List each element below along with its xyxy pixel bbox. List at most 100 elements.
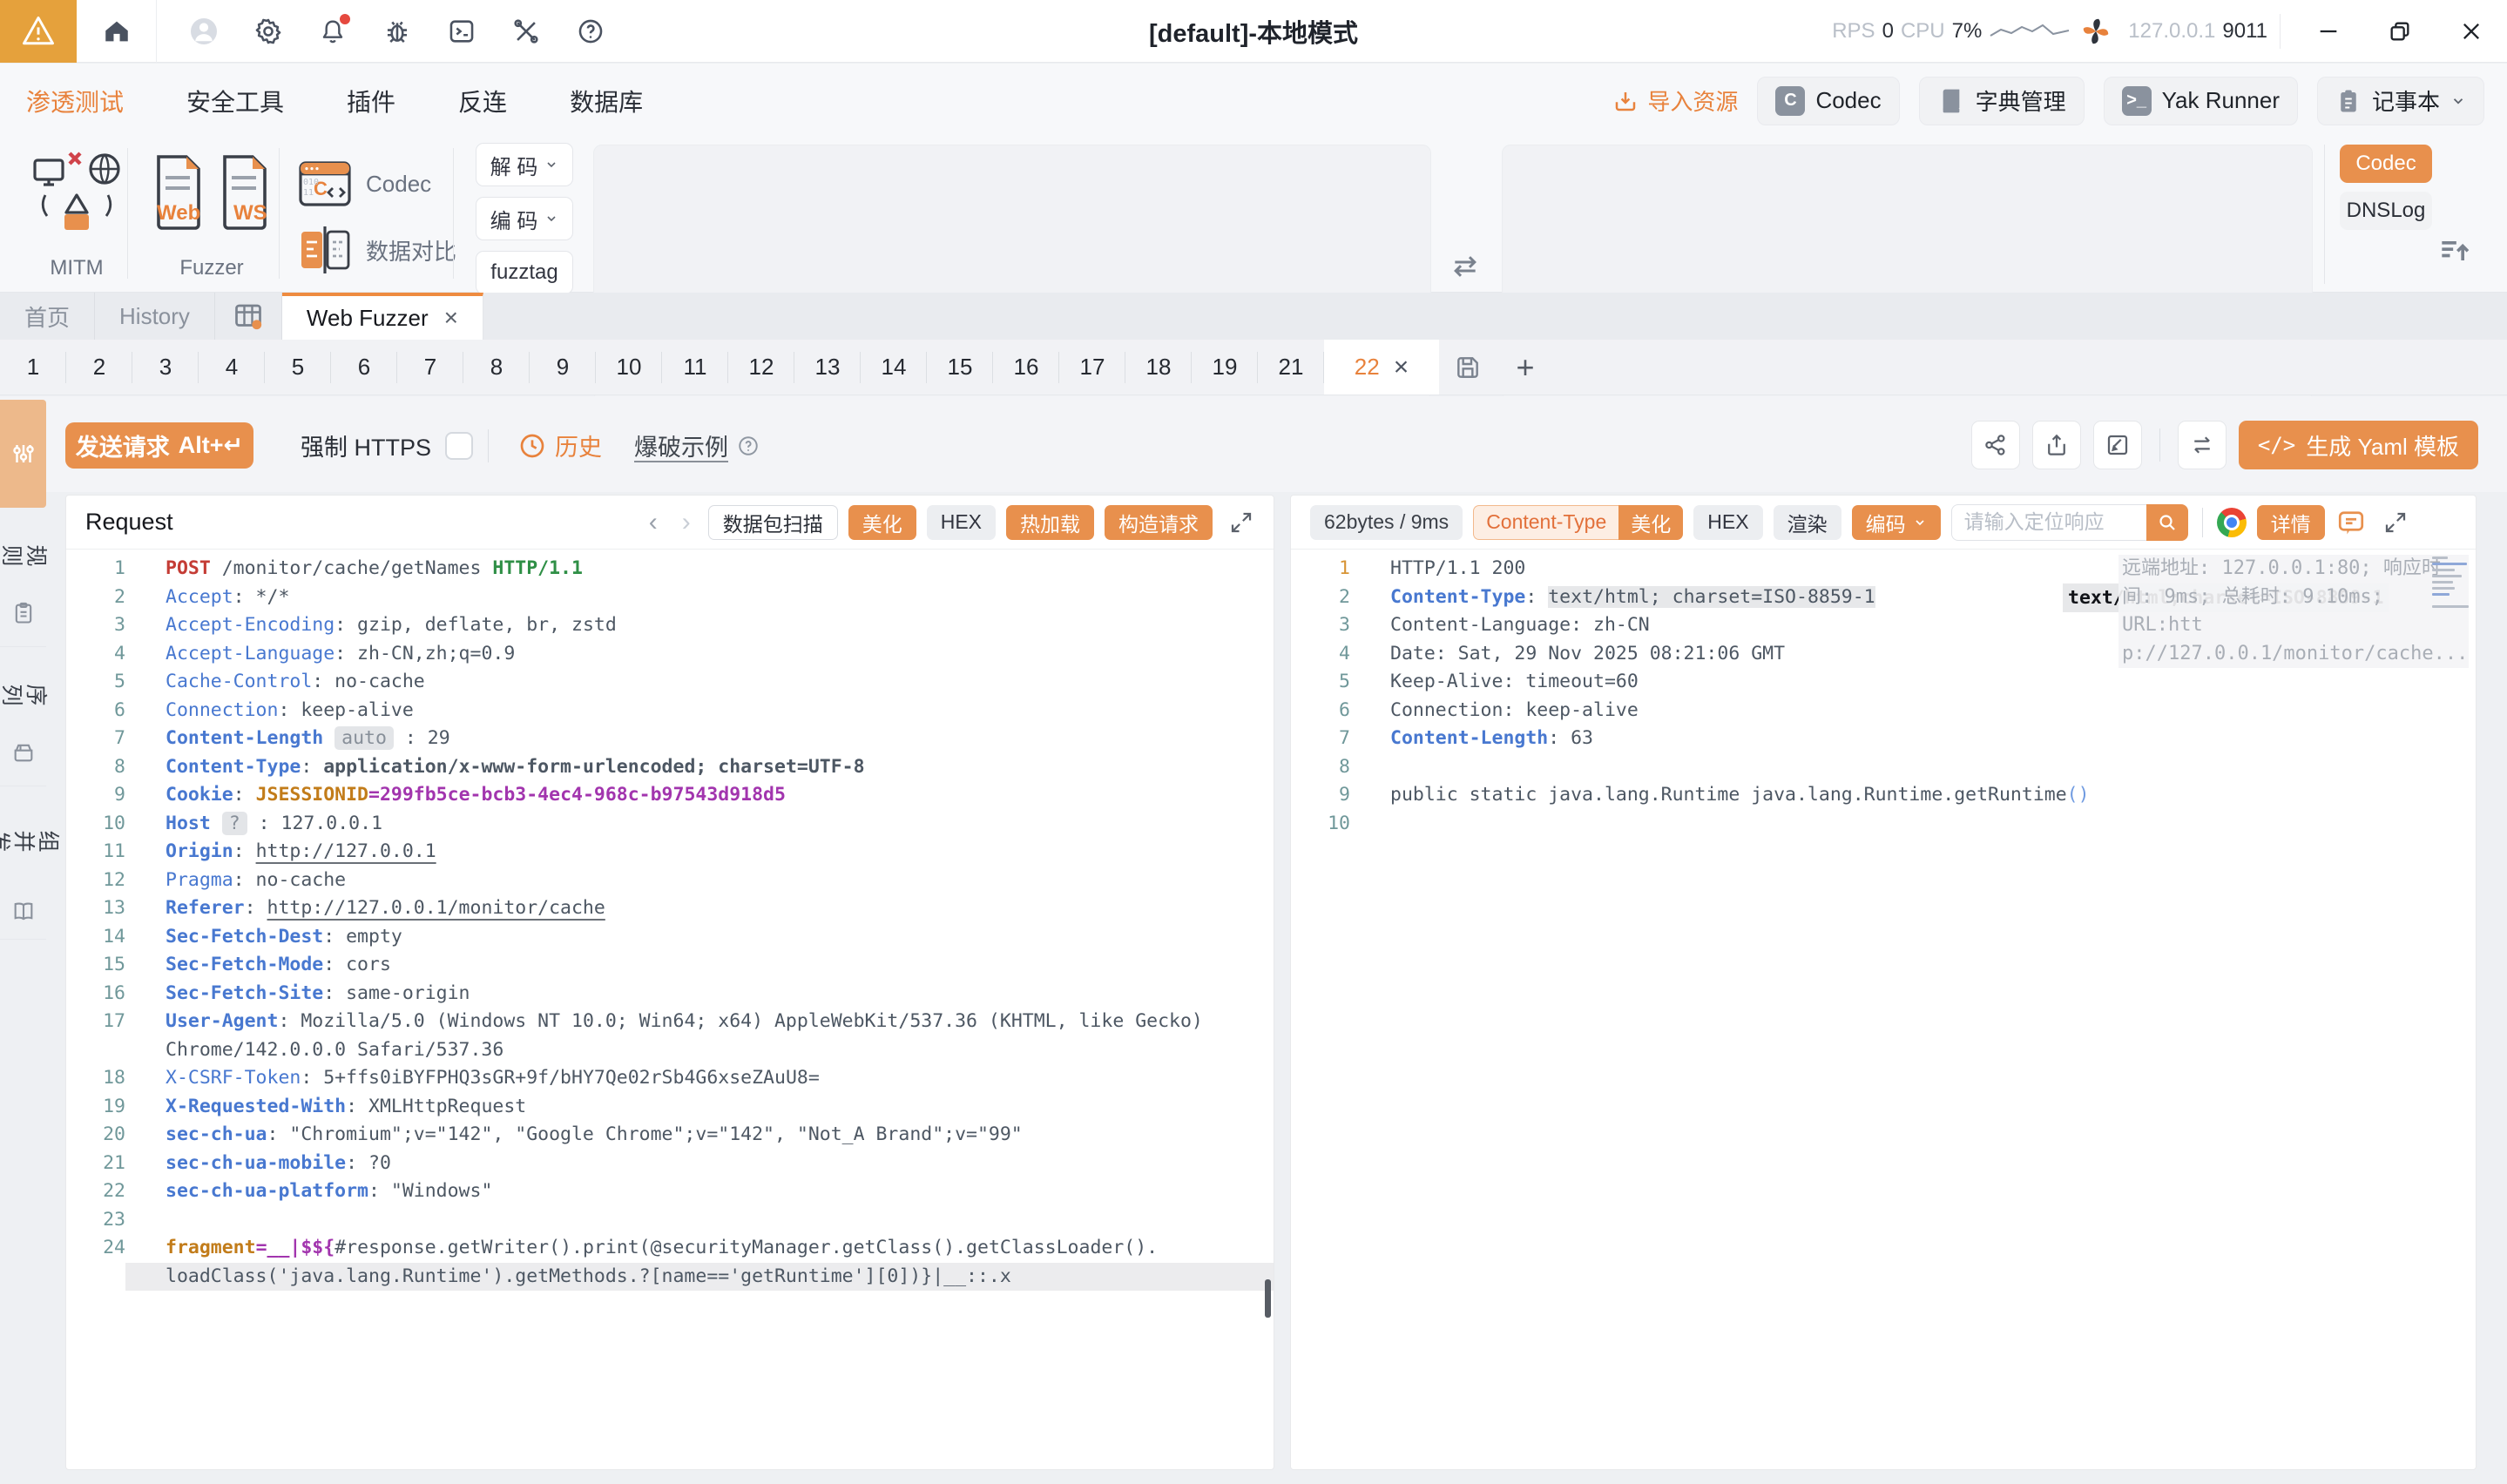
fuzzer-tab-4[interactable]: 4: [199, 340, 265, 395]
hot-reload-button[interactable]: 热加载: [1006, 505, 1094, 540]
fuzzer-tab-1[interactable]: 1: [0, 340, 66, 395]
bug-report-button[interactable]: [382, 16, 413, 47]
settings-button[interactable]: [253, 16, 284, 47]
fuzzer-tab-22[interactable]: 22×: [1324, 340, 1439, 395]
add-fuzzer-tab-button[interactable]: +: [1497, 340, 1554, 395]
menu-plugins[interactable]: 插件: [347, 84, 395, 118]
restore-button[interactable]: [2364, 0, 2436, 63]
data-compare-shortcut[interactable]: 数据对比: [298, 226, 456, 273]
editor-minimap[interactable]: [2432, 556, 2470, 608]
menu-reverse[interactable]: 反连: [458, 84, 507, 118]
collapse-list-button[interactable]: [2436, 232, 2474, 270]
share-button[interactable]: [1971, 421, 2020, 469]
fuzzer-tab-2[interactable]: 2: [66, 340, 132, 395]
fuzzer-tab-6[interactable]: 6: [331, 340, 397, 395]
render-button[interactable]: 渲染: [1774, 505, 1841, 540]
codec-shortcut[interactable]: C 010 11 Codec: [298, 160, 431, 207]
search-input[interactable]: [1951, 504, 2146, 541]
swap-io-button[interactable]: [1448, 249, 1483, 284]
decode-dropdown[interactable]: 解 码: [476, 143, 573, 186]
tools-button[interactable]: [510, 16, 542, 47]
codec-tool-button[interactable]: C Codec: [1757, 77, 1899, 125]
response-editor[interactable]: 1HTTP/1.1 2002Content-Type: text/html; c…: [1291, 550, 2476, 1469]
console-button[interactable]: [446, 16, 477, 47]
fuzzer-tab-19[interactable]: 19: [1192, 340, 1258, 395]
content-type-badge[interactable]: Content-Type: [1473, 505, 1618, 540]
notifications-button[interactable]: [317, 16, 348, 47]
beautify-button[interactable]: 美化: [1618, 505, 1683, 540]
hex-button[interactable]: HEX: [1693, 505, 1762, 540]
fuzzer-tab-13[interactable]: 13: [794, 340, 861, 395]
send-request-button[interactable]: 发送请求 Alt+↵: [65, 422, 253, 469]
tab-history-table-button[interactable]: [215, 293, 282, 340]
fuzztag-button[interactable]: fuzztag: [476, 251, 573, 294]
side-tab-rules[interactable]: 规则: [0, 508, 46, 647]
codec-panel-tab[interactable]: Codec: [2340, 145, 2432, 183]
prev-request-button[interactable]: ‹: [642, 508, 665, 537]
notepad-button[interactable]: 记事本: [2317, 77, 2484, 125]
menu-database[interactable]: 数据库: [570, 84, 643, 118]
fuzzer-tab-11[interactable]: 11: [662, 340, 728, 395]
home-button[interactable]: [77, 0, 157, 63]
fullscreen-button[interactable]: [1228, 509, 1254, 536]
menu-security-tools[interactable]: 安全工具: [186, 84, 284, 118]
fuzzer-tab-14[interactable]: 14: [861, 340, 927, 395]
history-link[interactable]: 历史: [518, 422, 602, 469]
export-button[interactable]: [2032, 421, 2081, 469]
fuzzer-tab-12[interactable]: 12: [728, 340, 794, 395]
detail-button[interactable]: 详情: [2257, 505, 2325, 540]
pinwheel-icon[interactable]: [2079, 15, 2112, 48]
close-tab-icon[interactable]: ×: [444, 304, 458, 332]
fuzzer-tab-9[interactable]: 9: [530, 340, 596, 395]
fuzzer-tab-7[interactable]: 7: [397, 340, 463, 395]
next-request-button[interactable]: ›: [675, 508, 698, 537]
fullscreen-button[interactable]: [2382, 509, 2409, 536]
swap-view-button[interactable]: [2178, 421, 2227, 469]
dictionary-button[interactable]: 字典管理: [1919, 77, 2085, 125]
user-avatar[interactable]: [188, 16, 220, 47]
feedback-button[interactable]: [2335, 507, 2367, 538]
scrollbar-thumb[interactable]: [1265, 1279, 1271, 1318]
fuzzer-tab-21[interactable]: 21: [1258, 340, 1324, 395]
open-in-browser-button[interactable]: [2217, 508, 2247, 537]
fuzzer-tab-17[interactable]: 17: [1059, 340, 1125, 395]
beautify-button[interactable]: 美化: [848, 505, 916, 540]
fuzzer-tool[interactable]: Web WS Fuzzer: [153, 146, 270, 280]
encode-dropdown[interactable]: 编码: [1852, 505, 1941, 540]
encode-dropdown[interactable]: 编 码: [476, 197, 573, 240]
fuzzer-tab-5[interactable]: 5: [265, 340, 331, 395]
save-fuzzer-tab-button[interactable]: [1439, 340, 1497, 395]
tab-home[interactable]: 首页: [0, 293, 95, 340]
generate-yaml-button[interactable]: </> 生成 Yaml 模板: [2239, 421, 2478, 469]
mitm-tool[interactable]: MITM: [31, 146, 122, 280]
side-tab-config[interactable]: [0, 400, 46, 508]
packet-scan-button[interactable]: 数据包扫描: [708, 505, 838, 540]
help-button[interactable]: [575, 16, 606, 47]
close-button[interactable]: [2436, 0, 2507, 63]
fuzzer-tab-18[interactable]: 18: [1125, 340, 1192, 395]
tab-web-fuzzer[interactable]: Web Fuzzer ×: [282, 293, 483, 340]
content-type-beautify-group[interactable]: Content-Type 美化: [1473, 505, 1683, 540]
fuzzer-tab-10[interactable]: 10: [596, 340, 662, 395]
menu-pentest[interactable]: 渗透测试: [26, 84, 124, 118]
tab-history[interactable]: History: [95, 293, 215, 340]
side-tab-concurrent-group[interactable]: 组并发: [0, 786, 46, 940]
blast-example-link[interactable]: 爆破示例: [634, 422, 760, 469]
dnslog-panel-tab[interactable]: DNSLog: [2340, 192, 2432, 230]
fuzzer-tab-15[interactable]: 15: [927, 340, 993, 395]
fuzzer-tab-3[interactable]: 3: [132, 340, 199, 395]
close-tab-icon[interactable]: ×: [1394, 353, 1409, 382]
fuzzer-tab-8[interactable]: 8: [463, 340, 530, 395]
request-editor[interactable]: 1POST /monitor/cache/getNames HTTP/1.12A…: [66, 550, 1274, 1469]
yak-runner-button[interactable]: >_ Yak Runner: [2104, 77, 2298, 125]
hex-button[interactable]: HEX: [927, 505, 996, 540]
force-https-checkbox[interactable]: [445, 432, 473, 460]
side-tab-sequence[interactable]: 序列: [0, 647, 46, 786]
construct-request-button[interactable]: 构造请求: [1105, 505, 1213, 540]
minimize-button[interactable]: [2293, 0, 2364, 63]
edit-button[interactable]: [2093, 421, 2142, 469]
yakit-logo[interactable]: [0, 0, 77, 63]
import-resource-link[interactable]: 导入资源: [1612, 84, 1738, 117]
fuzzer-tab-16[interactable]: 16: [993, 340, 1059, 395]
search-button[interactable]: [2146, 504, 2188, 541]
